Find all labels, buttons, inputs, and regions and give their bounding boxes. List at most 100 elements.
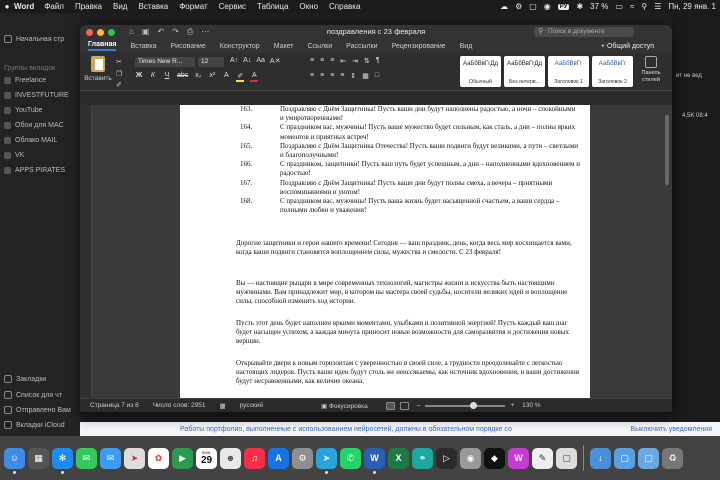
document-page[interactable]: 163. Поздравляю с Днём Защитника! Пусть в… xyxy=(180,105,590,412)
subscript-icon[interactable]: x₂ xyxy=(194,72,202,82)
menubar-app-name[interactable]: Word xyxy=(14,2,34,11)
increase-font-icon[interactable]: A↑ xyxy=(230,57,238,65)
undo-icon[interactable]: ↶ xyxy=(157,27,164,37)
line-spacing-icon[interactable]: ⇕ xyxy=(350,72,356,80)
sidebar-group-mail-cloud[interactable]: Облако MAIL xyxy=(4,137,57,144)
clipboard-icon[interactable]: ▢ xyxy=(529,2,537,11)
increase-indent-icon[interactable]: ⇥ xyxy=(352,57,358,65)
zoom-in-icon[interactable]: + xyxy=(510,402,514,409)
tab-review[interactable]: Рецензирование xyxy=(392,43,446,50)
vertical-scrollbar[interactable] xyxy=(665,115,669,185)
disable-notifications-link[interactable]: Выключить уведомления xyxy=(630,426,712,433)
decrease-indent-icon[interactable]: ⇤ xyxy=(340,57,346,65)
system-settings-icon[interactable]: ⚙ xyxy=(292,447,313,469)
style-heading-2[interactable]: АаБбВвГг Заголовок 2 xyxy=(592,56,633,87)
wifi-icon[interactable]: ≈ xyxy=(630,2,634,11)
sketch-app-icon[interactable]: ◆ xyxy=(484,447,505,469)
zoom-out-icon[interactable]: – xyxy=(417,402,421,409)
justify-icon[interactable]: ≡ xyxy=(340,72,344,80)
word-app-icon[interactable]: W xyxy=(364,447,385,474)
sidebar-icloud-tabs[interactable]: Вкладки iCloud xyxy=(4,421,65,429)
bold-icon[interactable]: Ж xyxy=(135,72,143,82)
mail-icon[interactable]: ✉ xyxy=(100,447,121,469)
style-no-spacing[interactable]: АаБбВвГгДд Без интерв... xyxy=(504,56,545,87)
underline-icon[interactable]: Ч xyxy=(163,72,171,82)
downloads-folder-icon[interactable]: ↓ xyxy=(590,447,611,469)
italic-icon[interactable]: К xyxy=(149,72,157,82)
sidebar-group-investfuture[interactable]: INVESTFUTURE xyxy=(4,92,69,99)
tab-layout[interactable]: Макет xyxy=(274,43,294,50)
sidebar-group-wallpapers[interactable]: Обои для MAC xyxy=(4,122,64,129)
trash-icon[interactable]: ♻ xyxy=(662,447,683,469)
control-center-icon[interactable]: ☰ xyxy=(654,2,661,11)
bullets-icon[interactable]: ≡ xyxy=(310,57,314,65)
finder-icon[interactable]: ☺ xyxy=(4,447,25,474)
cut-icon[interactable]: ✂ xyxy=(116,58,122,66)
align-right-icon[interactable]: ≡ xyxy=(330,72,334,80)
sidebar-group-youtube[interactable]: YouTube xyxy=(4,107,43,114)
style-heading-1[interactable]: АаБбВвГг Заголовок 1 xyxy=(548,56,589,87)
home-icon[interactable]: ⌂ xyxy=(129,27,134,37)
tab-design[interactable]: Конструктор xyxy=(220,43,260,50)
music-icon[interactable]: ♫ xyxy=(244,447,265,469)
apple-icon[interactable]: ● xyxy=(0,2,14,11)
word-count[interactable]: Число слов: 2951 xyxy=(153,402,206,409)
contacts-icon[interactable]: ☻ xyxy=(220,447,241,469)
control-icon[interactable]: ⚙ xyxy=(515,2,522,11)
photos-icon[interactable]: ✿ xyxy=(148,447,169,469)
styles-pane-button[interactable]: Панель стилей xyxy=(638,56,664,84)
bluetooth-icon[interactable]: ✱ xyxy=(576,2,583,11)
copy-icon[interactable]: ❐ xyxy=(116,70,122,78)
print-icon[interactable]: ⎙ xyxy=(187,27,193,37)
purple-app-icon[interactable]: W xyxy=(508,447,529,469)
shading-icon[interactable]: ▦ xyxy=(362,72,369,80)
sidebar-start-page[interactable]: Начальная стр xyxy=(4,35,64,43)
proofing-icon[interactable]: ▦ xyxy=(219,402,225,410)
web-layout-icon[interactable] xyxy=(399,401,409,410)
tab-home[interactable]: Главная xyxy=(88,41,117,51)
minimize-window-button[interactable] xyxy=(97,28,104,36)
menu-help[interactable]: Справка xyxy=(329,2,360,11)
style-normal[interactable]: АаБбВвГгДд Обычный xyxy=(460,56,501,87)
zoom-slider[interactable] xyxy=(425,401,506,409)
search-icon[interactable]: ⚲ xyxy=(641,2,647,11)
align-center-icon[interactable]: ≡ xyxy=(320,72,324,80)
input-language-badge[interactable]: РУ xyxy=(557,3,570,10)
borders-icon[interactable]: □ xyxy=(375,72,379,80)
font-color-icon[interactable]: A xyxy=(250,72,259,82)
format-painter-icon[interactable]: ✐ xyxy=(116,81,122,89)
maximize-window-button[interactable] xyxy=(108,28,115,36)
paste-button[interactable]: Вставить xyxy=(84,56,112,88)
focus-mode-button[interactable]: ▣ Фокусировка xyxy=(321,402,368,410)
share-button[interactable]: + Общий доступ xyxy=(601,43,654,50)
calendar-icon[interactable]: ЯНВ. 29 xyxy=(196,447,217,469)
clock[interactable]: Пн, 29 янв. 1 xyxy=(668,2,716,11)
documents-folder-icon[interactable]: ▢ xyxy=(614,447,635,469)
preview-icon[interactable]: ▢ xyxy=(556,447,577,469)
sidebar-group-vk[interactable]: VK xyxy=(4,152,24,159)
messages-icon[interactable]: ✉ xyxy=(76,447,97,469)
multilevel-icon[interactable]: ≡ xyxy=(330,57,334,65)
menu-file[interactable]: Файл xyxy=(44,2,64,11)
close-window-button[interactable] xyxy=(86,28,93,36)
battery-icon[interactable]: ▭ xyxy=(615,2,623,11)
menu-tools[interactable]: Сервис xyxy=(219,2,246,11)
tab-mailings[interactable]: Рассылки xyxy=(346,43,377,50)
menu-window[interactable]: Окно xyxy=(299,2,318,11)
redo-icon[interactable]: ↷ xyxy=(172,27,179,37)
superscript-icon[interactable]: x² xyxy=(208,72,216,82)
change-case-icon[interactable]: Aa xyxy=(256,57,265,65)
zoom-level[interactable]: 130 % xyxy=(522,402,540,409)
app-store-icon[interactable]: A xyxy=(268,447,289,469)
disk-utility-icon[interactable]: ◉ xyxy=(460,447,481,469)
stack-folder-icon[interactable]: ▢ xyxy=(638,447,659,469)
save-icon[interactable]: ▣ xyxy=(142,27,150,37)
font-size-select[interactable]: 12 xyxy=(198,57,224,67)
search-document-input[interactable]: ⚲ Поиск в документе xyxy=(534,27,634,37)
facetime-icon[interactable]: ▶ xyxy=(172,447,193,469)
tab-references[interactable]: Ссылки xyxy=(308,43,333,50)
strikethrough-icon[interactable]: abc xyxy=(177,72,188,82)
zoom-slider-thumb[interactable] xyxy=(470,401,478,409)
language-indicator[interactable]: русский xyxy=(240,402,263,409)
textedit-icon[interactable]: ✎ xyxy=(532,447,553,469)
